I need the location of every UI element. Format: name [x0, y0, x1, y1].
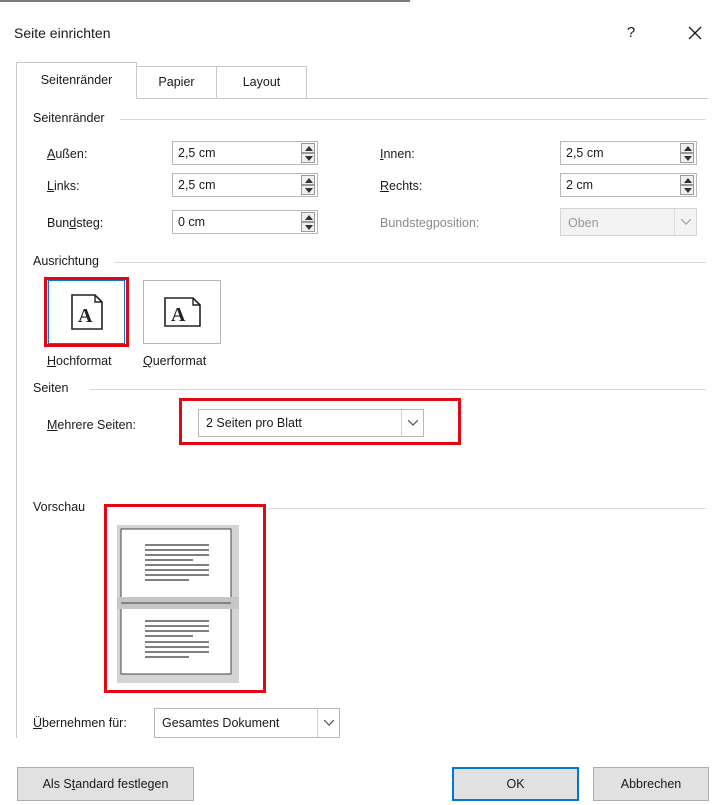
- chevron-down-icon: [681, 219, 691, 225]
- tab-label: Seitenränder: [40, 73, 113, 87]
- spin-down-button[interactable]: [301, 153, 315, 163]
- tab-papier[interactable]: Papier: [136, 66, 217, 98]
- caret-down-icon: [684, 156, 692, 161]
- gutter-label: Bundsteg:: [47, 216, 104, 230]
- spin-up-button[interactable]: [301, 175, 315, 185]
- preview-image: [117, 525, 239, 683]
- multiple-pages-label: Mehrere Seiten:: [47, 418, 136, 432]
- multiple-pages-select[interactable]: 2 Seiten pro Blatt: [198, 409, 424, 437]
- close-button[interactable]: [682, 20, 708, 46]
- pages-separator: [90, 389, 706, 390]
- spin-down-button[interactable]: [680, 153, 694, 163]
- help-button[interactable]: ?: [620, 22, 642, 44]
- gutter-spinner[interactable]: 0 cm: [172, 210, 318, 234]
- preview-two-pages-icon: [117, 525, 239, 683]
- left-margin-label: Links:: [47, 179, 80, 193]
- caret-up-icon: [684, 146, 692, 151]
- apply-to-dropdown[interactable]: [317, 709, 339, 737]
- tab-label: Papier: [158, 75, 195, 89]
- orientation-separator: [114, 262, 706, 263]
- outer-margin-label: Außen:: [47, 147, 88, 161]
- apply-to-select[interactable]: Gesamtes Dokument: [154, 708, 340, 738]
- margins-section-label: Seitenränder: [33, 111, 105, 125]
- caret-down-icon: [684, 188, 692, 193]
- gutter-position-dropdown: [674, 209, 696, 235]
- landscape-label: Querformat: [143, 354, 207, 368]
- outer-margin-value: 2,5 cm: [178, 146, 216, 160]
- spin-up-button[interactable]: [680, 175, 694, 185]
- window-top-border: [0, 0, 410, 2]
- spin-down-button[interactable]: [301, 222, 315, 232]
- spin-down-button[interactable]: [680, 185, 694, 195]
- inner-margin-value: 2,5 cm: [566, 146, 604, 160]
- multiple-pages-value: 2 Seiten pro Blatt: [206, 416, 302, 430]
- caret-up-icon: [305, 215, 313, 220]
- apply-to-value: Gesamtes Dokument: [162, 716, 280, 730]
- chevron-down-icon: [324, 720, 334, 726]
- tab-layout[interactable]: Layout: [216, 66, 307, 98]
- preview-section-label: Vorschau: [33, 500, 86, 514]
- svg-text:A: A: [171, 304, 186, 326]
- caret-down-icon: [305, 225, 313, 230]
- landscape-button[interactable]: A: [143, 280, 221, 344]
- tab-seitenraender[interactable]: Seitenränder: [16, 62, 137, 99]
- svg-text:A: A: [78, 305, 93, 327]
- apply-to-label: Übernehmen für:: [33, 716, 127, 730]
- spin-up-button[interactable]: [680, 143, 694, 153]
- margins-separator: [120, 119, 706, 120]
- right-margin-label: Rechts:: [380, 179, 423, 193]
- inner-margin-label: Innen:: [380, 147, 415, 161]
- caret-up-icon: [305, 146, 313, 151]
- portrait-label: Hochformat: [47, 354, 112, 368]
- ok-button[interactable]: OK: [452, 767, 579, 801]
- portrait-button[interactable]: A: [48, 280, 125, 344]
- right-margin-value: 2 cm: [566, 178, 594, 192]
- cancel-button[interactable]: Abbrechen: [593, 767, 709, 801]
- spin-up-button[interactable]: [301, 212, 315, 222]
- spin-up-button[interactable]: [301, 143, 315, 153]
- portrait-page-icon: A: [71, 294, 103, 330]
- spin-down-button[interactable]: [301, 185, 315, 195]
- preview-separator: [268, 508, 706, 509]
- gutter-position-select: Oben: [560, 208, 697, 236]
- chevron-down-icon: [408, 420, 418, 426]
- pages-section-label: Seiten: [33, 381, 69, 395]
- orientation-section-label: Ausrichtung: [33, 254, 100, 268]
- close-icon: [688, 26, 702, 40]
- right-margin-spinner[interactable]: 2 cm: [560, 173, 697, 197]
- inner-margin-spinner[interactable]: 2,5 cm: [560, 141, 697, 165]
- left-margin-value: 2,5 cm: [178, 178, 216, 192]
- set-default-button[interactable]: Als Standard festlegen: [17, 767, 194, 801]
- left-margin-spinner[interactable]: 2,5 cm: [172, 173, 318, 197]
- gutter-position-value: Oben: [568, 216, 599, 230]
- dialog-title: Seite einrichten: [14, 25, 111, 41]
- caret-up-icon: [684, 178, 692, 183]
- gutter-position-label: Bundstegposition:: [380, 216, 480, 230]
- tab-label: Layout: [242, 75, 281, 89]
- caret-up-icon: [305, 178, 313, 183]
- landscape-page-icon: A: [164, 297, 201, 327]
- outer-margin-spinner[interactable]: 2,5 cm: [172, 141, 318, 165]
- multiple-pages-dropdown[interactable]: [401, 410, 423, 436]
- caret-down-icon: [305, 188, 313, 193]
- gutter-value: 0 cm: [178, 215, 206, 229]
- caret-down-icon: [305, 156, 313, 161]
